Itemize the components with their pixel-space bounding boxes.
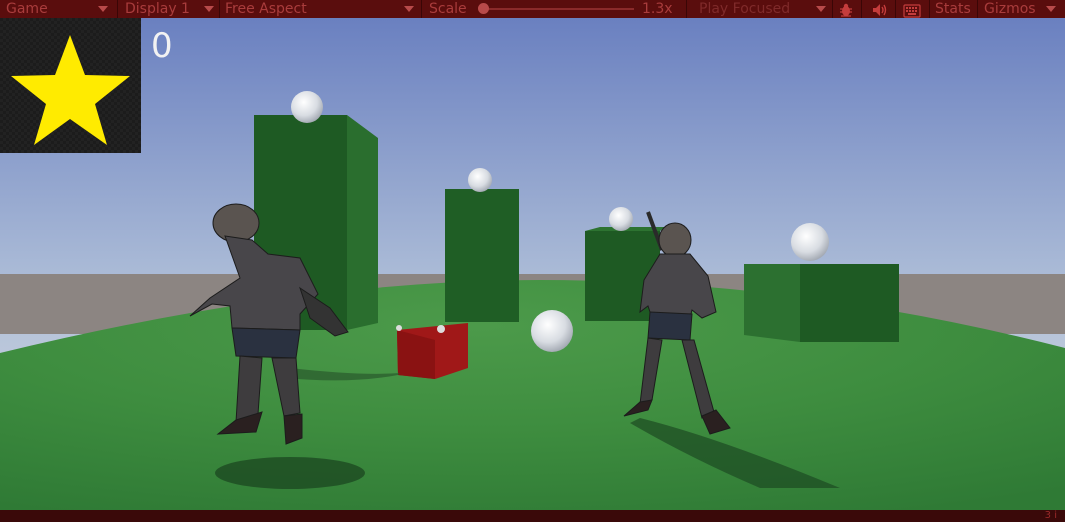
- aspect-dropdown[interactable]: Free Aspect: [225, 0, 307, 18]
- status-bar-text: 3 i: [1044, 510, 1057, 521]
- score-counter: 0: [151, 26, 173, 66]
- green-cube-middle: [445, 189, 519, 322]
- scale-slider-track[interactable]: [484, 8, 634, 10]
- white-sphere: [531, 310, 573, 352]
- white-sphere: [791, 223, 829, 261]
- display-dropdown-icon[interactable]: [204, 6, 214, 12]
- display-dropdown[interactable]: Display 1: [125, 0, 190, 18]
- star-icon: [11, 35, 130, 145]
- game-view-toolbar: Game Display 1 Free Aspect Scale 1.3x Pl…: [0, 0, 1065, 18]
- toolbar-divider: [686, 0, 687, 18]
- toolbar-divider: [929, 0, 930, 18]
- game-viewport[interactable]: [0, 18, 1065, 510]
- character-shadow: [215, 457, 365, 489]
- toolbar-divider: [832, 0, 833, 18]
- status-bar: 3 i: [0, 510, 1065, 522]
- scale-label: Scale: [429, 1, 467, 17]
- green-cube-far-right: [744, 264, 899, 342]
- white-sphere: [468, 168, 492, 192]
- game-tab-label[interactable]: Game: [6, 0, 48, 18]
- play-mode-dropdown-icon[interactable]: [816, 6, 826, 12]
- collectible-star-panel: [0, 18, 141, 153]
- game-tab-dropdown-icon[interactable]: [98, 6, 108, 12]
- play-mode-dropdown[interactable]: Play Focused: [699, 0, 790, 18]
- white-sphere: [609, 207, 633, 231]
- toolbar-divider: [977, 0, 978, 18]
- audio-icon[interactable]: [871, 1, 889, 19]
- toolbar-divider: [117, 0, 118, 18]
- bug-icon[interactable]: [838, 1, 854, 19]
- toolbar-divider: [219, 0, 220, 18]
- white-sphere: [291, 91, 323, 123]
- stats-button[interactable]: Stats: [935, 0, 971, 18]
- aspect-dropdown-icon[interactable]: [404, 6, 414, 12]
- toolbar-divider: [421, 0, 422, 18]
- scale-value: 1.3x: [642, 1, 673, 17]
- toolbar-divider: [861, 0, 862, 18]
- toolbar-divider: [895, 0, 896, 18]
- gizmos-button[interactable]: Gizmos: [984, 0, 1036, 18]
- scale-slider-handle[interactable]: [478, 3, 489, 14]
- gizmos-dropdown-icon[interactable]: [1046, 6, 1056, 12]
- red-cube: [396, 323, 468, 379]
